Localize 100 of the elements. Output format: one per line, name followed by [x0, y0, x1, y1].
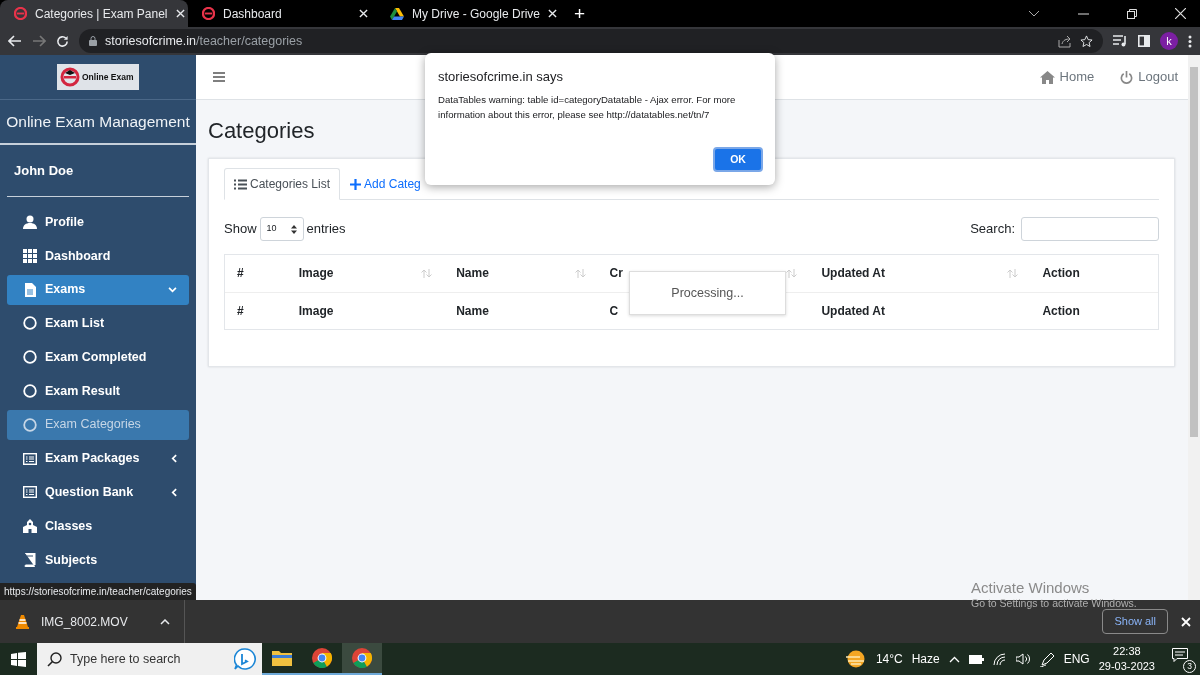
logo: Online Exam — [57, 64, 139, 90]
entries-select[interactable]: 10 — [259, 217, 304, 241]
close-icon[interactable] — [548, 9, 558, 18]
wifi-icon[interactable] — [992, 653, 1007, 665]
star-icon[interactable] — [1080, 34, 1093, 48]
pen-icon[interactable] — [1039, 651, 1055, 667]
column-header[interactable]: Image — [286, 255, 445, 292]
message-icon — [1172, 648, 1188, 662]
dialog-title: storiesofcrime.in says — [438, 68, 564, 86]
reload-icon[interactable] — [56, 34, 69, 48]
submenu-item[interactable]: Exam Completed — [7, 342, 189, 373]
browser-tab[interactable]: Dashboard — [188, 0, 376, 27]
back-icon[interactable] — [8, 35, 22, 47]
user-name: John Doe — [7, 145, 189, 197]
close-icon[interactable] — [175, 9, 185, 18]
chevron-left-icon — [171, 454, 177, 464]
avatar[interactable]: k — [1160, 32, 1178, 50]
menu-item[interactable]: Classes — [7, 511, 189, 542]
column-footer: # — [225, 292, 287, 329]
media-icon[interactable] — [1113, 35, 1128, 47]
start-icon[interactable] — [11, 651, 26, 667]
show-all-button[interactable]: Show all — [1102, 609, 1168, 634]
chevron-down-icon[interactable] — [1028, 10, 1040, 17]
taskbar-search[interactable]: Type here to search — [37, 643, 262, 675]
column-footer: Name — [444, 292, 598, 329]
list-tab[interactable]: Categories List — [224, 168, 341, 200]
status-url: https://storiesofcrime.in/teacher/categories — [0, 583, 196, 600]
browser-tab[interactable]: Categories | Exam Panel — [0, 0, 188, 27]
column-footer: Updated At — [809, 292, 1031, 329]
chevron-up-icon[interactable] — [948, 655, 960, 663]
menu-item[interactable]: Dashboard — [7, 240, 189, 271]
logout-link[interactable]: Logout — [1120, 67, 1178, 87]
side-panel-icon[interactable] — [1138, 35, 1150, 47]
close-icon[interactable] — [359, 9, 368, 18]
updown-icon — [290, 224, 297, 234]
circle-icon — [23, 417, 37, 432]
list-icon — [234, 178, 247, 190]
weather-sun-icon — [844, 650, 867, 668]
new-tab-button[interactable]: + — [564, 0, 596, 27]
circle-icon — [23, 384, 37, 398]
column-header[interactable]: Updated At — [809, 255, 1031, 292]
ok-button[interactable]: OK — [713, 147, 763, 172]
clock[interactable]: 22:38 29-03-2023 — [1098, 644, 1155, 674]
show-label: Show — [224, 220, 257, 239]
submenu-item[interactable]: Exam List — [7, 308, 189, 339]
menu-item[interactable]: Question Bank — [7, 477, 189, 508]
close-icon[interactable] — [1175, 8, 1186, 19]
book-icon — [23, 552, 37, 567]
processing-toast: Processing... — [629, 271, 786, 315]
share-icon[interactable] — [1058, 34, 1072, 48]
notification-button[interactable]: 3 — [1172, 648, 1194, 670]
building-icon — [23, 519, 37, 534]
column-header[interactable]: Name — [444, 255, 598, 292]
home-link[interactable]: Home — [1039, 67, 1095, 87]
menu-icon[interactable] — [1188, 34, 1192, 48]
search-field[interactable] — [1021, 217, 1159, 241]
search-label: Search: — [970, 220, 1015, 239]
logo-icon — [202, 7, 215, 20]
document-icon — [23, 282, 37, 297]
restore-icon[interactable] — [1127, 8, 1137, 19]
volume-icon[interactable] — [1015, 653, 1031, 665]
weather-condition: Haze — [911, 651, 940, 668]
column-header: Action — [1030, 255, 1158, 292]
power-icon — [1120, 70, 1134, 84]
caret-up-icon[interactable] — [160, 618, 170, 625]
notification-count: 3 — [1183, 660, 1196, 673]
add-tab[interactable]: Add Categ — [340, 168, 431, 200]
lock-icon — [89, 36, 97, 46]
battery-icon[interactable] — [968, 654, 984, 664]
menu-item[interactable]: Exams — [7, 274, 189, 305]
activation-message: Go to Settings to activate Windows. — [971, 597, 1137, 610]
drive-icon — [390, 7, 404, 20]
temperature: 14°C — [875, 651, 903, 668]
page-title: Categories — [208, 117, 315, 145]
address-bar[interactable]: storiesofcrime.in/teacher/categories — [79, 29, 1103, 53]
menu-item[interactable]: Subjects — [7, 544, 189, 575]
scrollbar[interactable] — [1188, 55, 1200, 600]
chevron-left-icon — [171, 487, 177, 497]
menu-item[interactable]: Exam Packages — [7, 443, 189, 474]
browser-tab[interactable]: My Drive - Google Drive — [376, 0, 564, 27]
circle-icon — [23, 316, 37, 331]
hamburger-icon[interactable] — [213, 72, 225, 82]
chat-bubble-icon — [234, 648, 256, 670]
submenu-item[interactable]: Exam Result — [7, 375, 189, 407]
url-text: storiesofcrime.in/teacher/categories — [105, 32, 303, 50]
list-icon — [23, 485, 37, 500]
minimize-icon[interactable] — [1078, 12, 1089, 15]
menu-item[interactable]: Profile — [7, 207, 189, 238]
circle-icon — [23, 350, 37, 365]
search-icon — [47, 651, 62, 667]
entries-label: entries — [306, 220, 346, 239]
taskbar-app[interactable] — [342, 643, 382, 675]
grid-icon — [23, 248, 37, 263]
logo-icon — [60, 67, 80, 87]
chevron-down-icon — [168, 286, 177, 293]
column-footer: Image — [286, 292, 445, 329]
logo-icon — [14, 7, 27, 20]
activation-title: Activate Windows — [971, 579, 1091, 597]
language-indicator[interactable]: ENG — [1063, 650, 1090, 668]
column-header: # — [225, 255, 287, 292]
